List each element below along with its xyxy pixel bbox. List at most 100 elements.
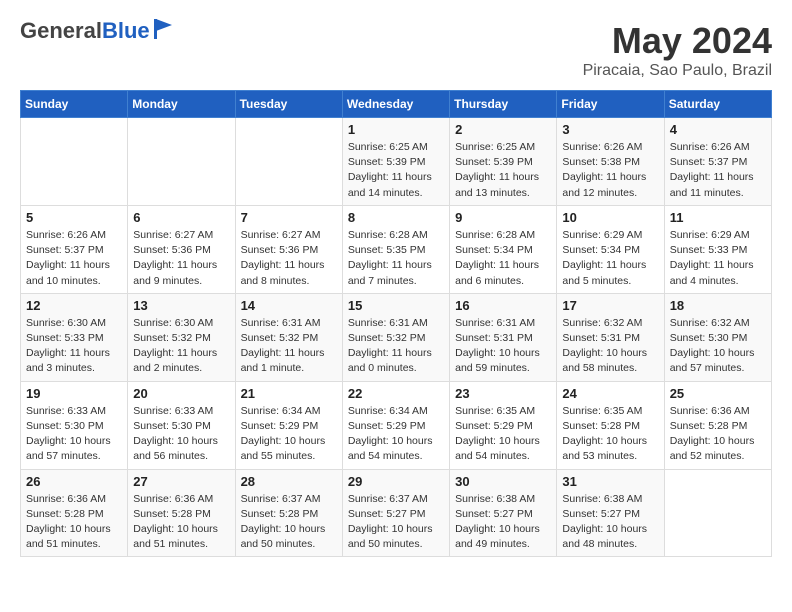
logo-text: GeneralBlue [20, 20, 150, 42]
weekday-header: Saturday [664, 91, 771, 118]
day-info: Sunrise: 6:28 AM Sunset: 5:35 PM Dayligh… [348, 228, 444, 289]
calendar-day-cell: 3 Sunrise: 6:26 AM Sunset: 5:38 PM Daylig… [557, 118, 664, 206]
calendar-day-cell: 8Sunrise: 6:28 AM Sunset: 5:35 PM Daylig… [342, 205, 449, 293]
day-info: Sunrise: 6:38 AM Sunset: 5:27 PM Dayligh… [455, 492, 551, 553]
day-info: Sunrise: 6:34 AM Sunset: 5:29 PM Dayligh… [241, 404, 337, 465]
day-number: 31 [562, 474, 658, 489]
day-number: 16 [455, 298, 551, 313]
calendar-day-cell: 11 Sunrise: 6:29 AM Sunset: 5:33 PM Dayli… [664, 205, 771, 293]
weekday-header: Sunday [21, 91, 128, 118]
day-info: Sunrise: 6:26 AM Sunset: 5:37 PM Dayligh… [26, 228, 122, 289]
day-number: 1 [348, 122, 444, 137]
day-number: 13 [133, 298, 229, 313]
calendar-day-cell: 18 Sunrise: 6:32 AM Sunset: 5:30 PM Dayli… [664, 293, 771, 381]
calendar-day-cell: 14 Sunrise: 6:31 AM Sunset: 5:32 PM Dayli… [235, 293, 342, 381]
day-number: 29 [348, 474, 444, 489]
calendar-day-cell: 27 Sunrise: 6:36 AM Sunset: 5:28 PM Dayli… [128, 469, 235, 557]
calendar-day-cell: 10 Sunrise: 6:29 AM Sunset: 5:34 PM Dayli… [557, 205, 664, 293]
day-info: Sunrise: 6:29 AM Sunset: 5:34 PM Dayligh… [562, 228, 658, 289]
calendar-day-cell: 30 Sunrise: 6:38 AM Sunset: 5:27 PM Dayli… [450, 469, 557, 557]
calendar-day-cell: 26 Sunrise: 6:36 AM Sunset: 5:28 PM Dayli… [21, 469, 128, 557]
day-info: Sunrise: 6:36 AM Sunset: 5:28 PM Dayligh… [670, 404, 766, 465]
logo-general: General [20, 18, 102, 43]
day-number: 11 [670, 210, 766, 225]
day-number: 30 [455, 474, 551, 489]
title-section: May 2024 Piracaia, Sao Paulo, Brazil [583, 20, 772, 80]
calendar-day-cell: 21 Sunrise: 6:34 AM Sunset: 5:29 PM Dayli… [235, 381, 342, 469]
day-number: 17 [562, 298, 658, 313]
day-number: 4 [670, 122, 766, 137]
day-info: Sunrise: 6:37 AM Sunset: 5:28 PM Dayligh… [241, 492, 337, 553]
calendar-week-row: 26 Sunrise: 6:36 AM Sunset: 5:28 PM Dayli… [21, 469, 772, 557]
day-number: 14 [241, 298, 337, 313]
calendar-day-cell: 5 Sunrise: 6:26 AM Sunset: 5:37 PM Daylig… [21, 205, 128, 293]
calendar-day-cell: 6 Sunrise: 6:27 AM Sunset: 5:36 PM Daylig… [128, 205, 235, 293]
day-info: Sunrise: 6:26 AM Sunset: 5:38 PM Dayligh… [562, 140, 658, 201]
calendar-day-cell: 22 Sunrise: 6:34 AM Sunset: 5:29 PM Dayli… [342, 381, 449, 469]
calendar-day-cell: 7 Sunrise: 6:27 AM Sunset: 5:36 PM Daylig… [235, 205, 342, 293]
calendar-day-cell: 13 Sunrise: 6:30 AM Sunset: 5:32 PM Dayli… [128, 293, 235, 381]
day-info: Sunrise: 6:35 AM Sunset: 5:28 PM Dayligh… [562, 404, 658, 465]
day-number: 21 [241, 386, 337, 401]
day-number: 9 [455, 210, 551, 225]
day-number: 5 [26, 210, 122, 225]
day-info: Sunrise: 6:38 AM Sunset: 5:27 PM Dayligh… [562, 492, 658, 553]
day-info: Sunrise: 6:35 AM Sunset: 5:29 PM Dayligh… [455, 404, 551, 465]
page-header: GeneralBlue May 2024 Piracaia, Sao Paulo… [20, 20, 772, 80]
weekday-header: Monday [128, 91, 235, 118]
day-number: 7 [241, 210, 337, 225]
calendar-day-cell: 19Sunrise: 6:33 AM Sunset: 5:30 PM Dayli… [21, 381, 128, 469]
day-number: 22 [348, 386, 444, 401]
calendar-day-cell: 9 Sunrise: 6:28 AM Sunset: 5:34 PM Daylig… [450, 205, 557, 293]
day-number: 6 [133, 210, 229, 225]
weekday-header: Friday [557, 91, 664, 118]
calendar-week-row: 5 Sunrise: 6:26 AM Sunset: 5:37 PM Daylig… [21, 205, 772, 293]
calendar-day-cell: 17Sunrise: 6:32 AM Sunset: 5:31 PM Dayli… [557, 293, 664, 381]
calendar-table: SundayMondayTuesdayWednesdayThursdayFrid… [20, 90, 772, 557]
calendar-week-row: 1 Sunrise: 6:25 AM Sunset: 5:39 PM Daylig… [21, 118, 772, 206]
day-info: Sunrise: 6:27 AM Sunset: 5:36 PM Dayligh… [133, 228, 229, 289]
day-number: 2 [455, 122, 551, 137]
day-number: 27 [133, 474, 229, 489]
day-info: Sunrise: 6:32 AM Sunset: 5:30 PM Dayligh… [670, 316, 766, 377]
day-info: Sunrise: 6:30 AM Sunset: 5:33 PM Dayligh… [26, 316, 122, 377]
day-info: Sunrise: 6:27 AM Sunset: 5:36 PM Dayligh… [241, 228, 337, 289]
calendar-week-row: 12Sunrise: 6:30 AM Sunset: 5:33 PM Dayli… [21, 293, 772, 381]
calendar-day-cell: 4 Sunrise: 6:26 AM Sunset: 5:37 PM Daylig… [664, 118, 771, 206]
day-number: 28 [241, 474, 337, 489]
day-number: 15 [348, 298, 444, 313]
calendar-day-cell: 25Sunrise: 6:36 AM Sunset: 5:28 PM Dayli… [664, 381, 771, 469]
logo-blue: Blue [102, 18, 150, 43]
calendar-day-cell: 2 Sunrise: 6:25 AM Sunset: 5:39 PM Daylig… [450, 118, 557, 206]
day-number: 3 [562, 122, 658, 137]
day-info: Sunrise: 6:36 AM Sunset: 5:28 PM Dayligh… [133, 492, 229, 553]
day-info: Sunrise: 6:34 AM Sunset: 5:29 PM Dayligh… [348, 404, 444, 465]
day-info: Sunrise: 6:33 AM Sunset: 5:30 PM Dayligh… [26, 404, 122, 465]
day-number: 18 [670, 298, 766, 313]
day-number: 26 [26, 474, 122, 489]
calendar-day-cell: 16Sunrise: 6:31 AM Sunset: 5:31 PM Dayli… [450, 293, 557, 381]
calendar-day-cell: 15Sunrise: 6:31 AM Sunset: 5:32 PM Dayli… [342, 293, 449, 381]
day-number: 10 [562, 210, 658, 225]
calendar-day-cell [21, 118, 128, 206]
calendar-day-cell: 31 Sunrise: 6:38 AM Sunset: 5:27 PM Dayli… [557, 469, 664, 557]
day-number: 23 [455, 386, 551, 401]
calendar-header-row: SundayMondayTuesdayWednesdayThursdayFrid… [21, 91, 772, 118]
day-info: Sunrise: 6:25 AM Sunset: 5:39 PM Dayligh… [348, 140, 444, 201]
calendar-day-cell: 23 Sunrise: 6:35 AM Sunset: 5:29 PM Dayli… [450, 381, 557, 469]
day-number: 24 [562, 386, 658, 401]
main-title: May 2024 [583, 20, 772, 62]
day-info: Sunrise: 6:31 AM Sunset: 5:32 PM Dayligh… [241, 316, 337, 377]
day-info: Sunrise: 6:36 AM Sunset: 5:28 PM Dayligh… [26, 492, 122, 553]
day-info: Sunrise: 6:26 AM Sunset: 5:37 PM Dayligh… [670, 140, 766, 201]
day-info: Sunrise: 6:28 AM Sunset: 5:34 PM Dayligh… [455, 228, 551, 289]
weekday-header: Thursday [450, 91, 557, 118]
weekday-header: Tuesday [235, 91, 342, 118]
calendar-day-cell [128, 118, 235, 206]
day-info: Sunrise: 6:30 AM Sunset: 5:32 PM Dayligh… [133, 316, 229, 377]
calendar-day-cell: 1 Sunrise: 6:25 AM Sunset: 5:39 PM Daylig… [342, 118, 449, 206]
day-info: Sunrise: 6:29 AM Sunset: 5:33 PM Dayligh… [670, 228, 766, 289]
logo-flag-icon [152, 19, 174, 39]
day-info: Sunrise: 6:25 AM Sunset: 5:39 PM Dayligh… [455, 140, 551, 201]
calendar-day-cell: 20Sunrise: 6:33 AM Sunset: 5:30 PM Dayli… [128, 381, 235, 469]
